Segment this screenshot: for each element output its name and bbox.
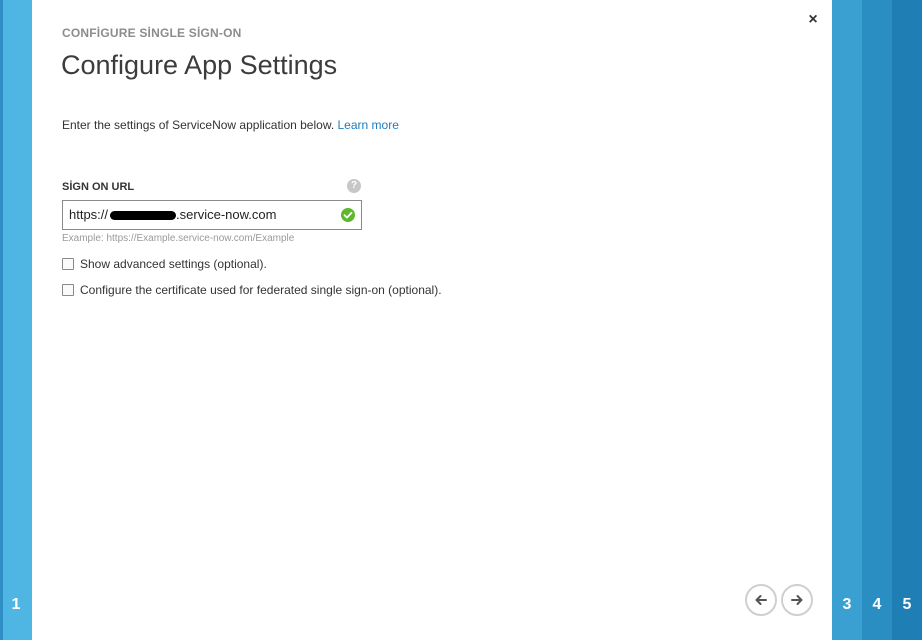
step-3[interactable]: 3 (832, 596, 862, 614)
url-prefix: https:// (69, 207, 109, 222)
show-advanced-label[interactable]: Show advanced settings (optional). (80, 257, 267, 271)
sign-on-url-input[interactable]: https:// .service-now.com (62, 200, 362, 230)
step-rail-3[interactable]: 3 (832, 0, 862, 640)
wizard-dialog: × CONFİGURE SİNGLE SİGN-ON Configure App… (32, 0, 832, 640)
check-circle-icon (341, 208, 355, 222)
url-suffix: .service-now.com (176, 207, 277, 222)
help-icon[interactable]: ? (347, 179, 361, 193)
page-title: Configure App Settings (61, 50, 338, 80)
configure-certificate-checkbox[interactable] (62, 284, 74, 296)
step-rail-5[interactable]: 5 (892, 0, 922, 640)
step-4[interactable]: 4 (862, 596, 892, 614)
previous-button[interactable] (745, 584, 777, 616)
next-button[interactable] (781, 584, 813, 616)
step-rail-4[interactable]: 4 (862, 0, 892, 640)
show-advanced-checkbox[interactable] (62, 258, 74, 270)
wizard-subtitle: CONFİGURE SİNGLE SİGN-ON (62, 26, 242, 40)
arrow-left-icon (755, 595, 767, 605)
rail-edge (0, 0, 3, 640)
url-example-hint: Example: https://Example.service-now.com… (62, 233, 295, 244)
sign-on-url-label: SİGN ON URL (62, 181, 135, 193)
arrow-right-icon (791, 595, 803, 605)
close-button[interactable]: × (806, 12, 820, 28)
redacted-text (110, 211, 177, 221)
intro-description: Enter the settings of ServiceNow applica… (62, 118, 335, 132)
intro-text: Enter the settings of ServiceNow applica… (62, 118, 399, 132)
learn-more-link[interactable]: Learn more (338, 118, 399, 132)
step-5[interactable]: 5 (892, 596, 922, 614)
step-1[interactable]: 1 (0, 596, 32, 614)
configure-certificate-label[interactable]: Configure the certificate used for feder… (80, 283, 442, 297)
sign-on-url-value[interactable]: https:// .service-now.com (69, 207, 276, 222)
step-rail-left: 1 (0, 0, 32, 640)
